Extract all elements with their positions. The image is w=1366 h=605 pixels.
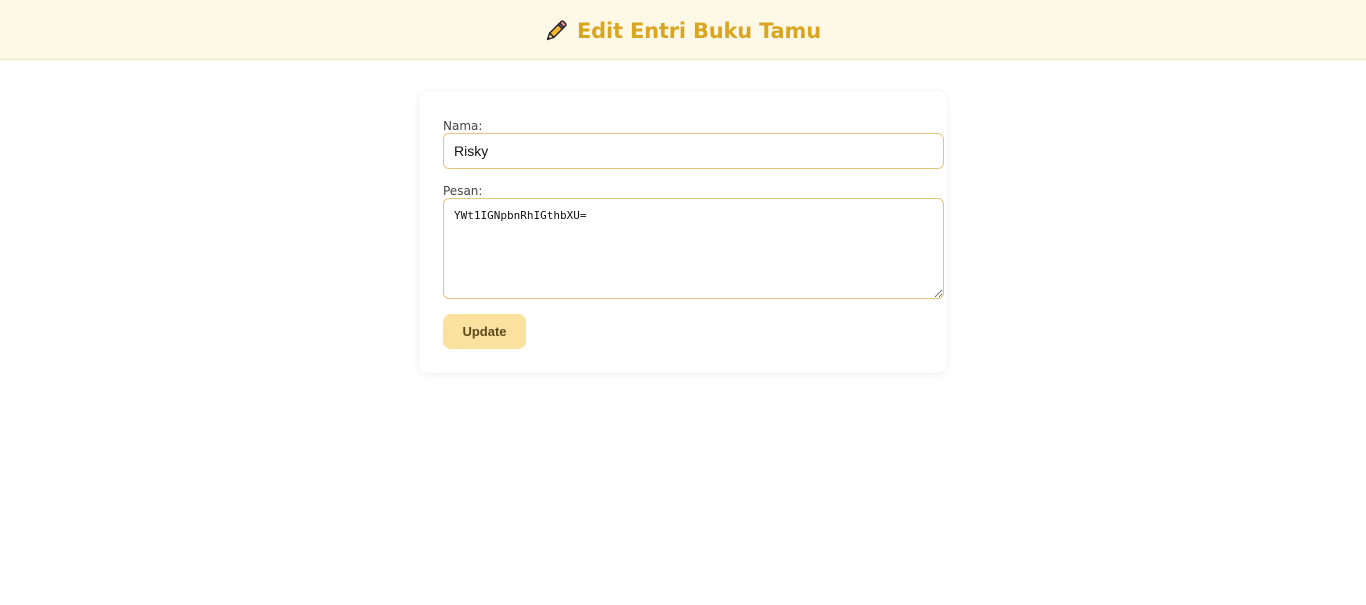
- page-title-text: Edit Entri Buku Tamu: [577, 18, 821, 43]
- pesan-label: Pesan:: [443, 184, 483, 198]
- page-header: Edit Entri Buku Tamu: [0, 0, 1366, 60]
- nama-label: Nama:: [443, 119, 483, 133]
- nama-input[interactable]: [443, 133, 944, 169]
- page-title: Edit Entri Buku Tamu: [543, 18, 821, 44]
- pencil-icon: [543, 18, 569, 44]
- edit-form-card: Nama: Pesan: YWt1IGNpbnRhIGthbXU= Update: [419, 91, 947, 373]
- pesan-textarea[interactable]: YWt1IGNpbnRhIGthbXU=: [443, 198, 944, 299]
- update-button[interactable]: Update: [443, 314, 526, 349]
